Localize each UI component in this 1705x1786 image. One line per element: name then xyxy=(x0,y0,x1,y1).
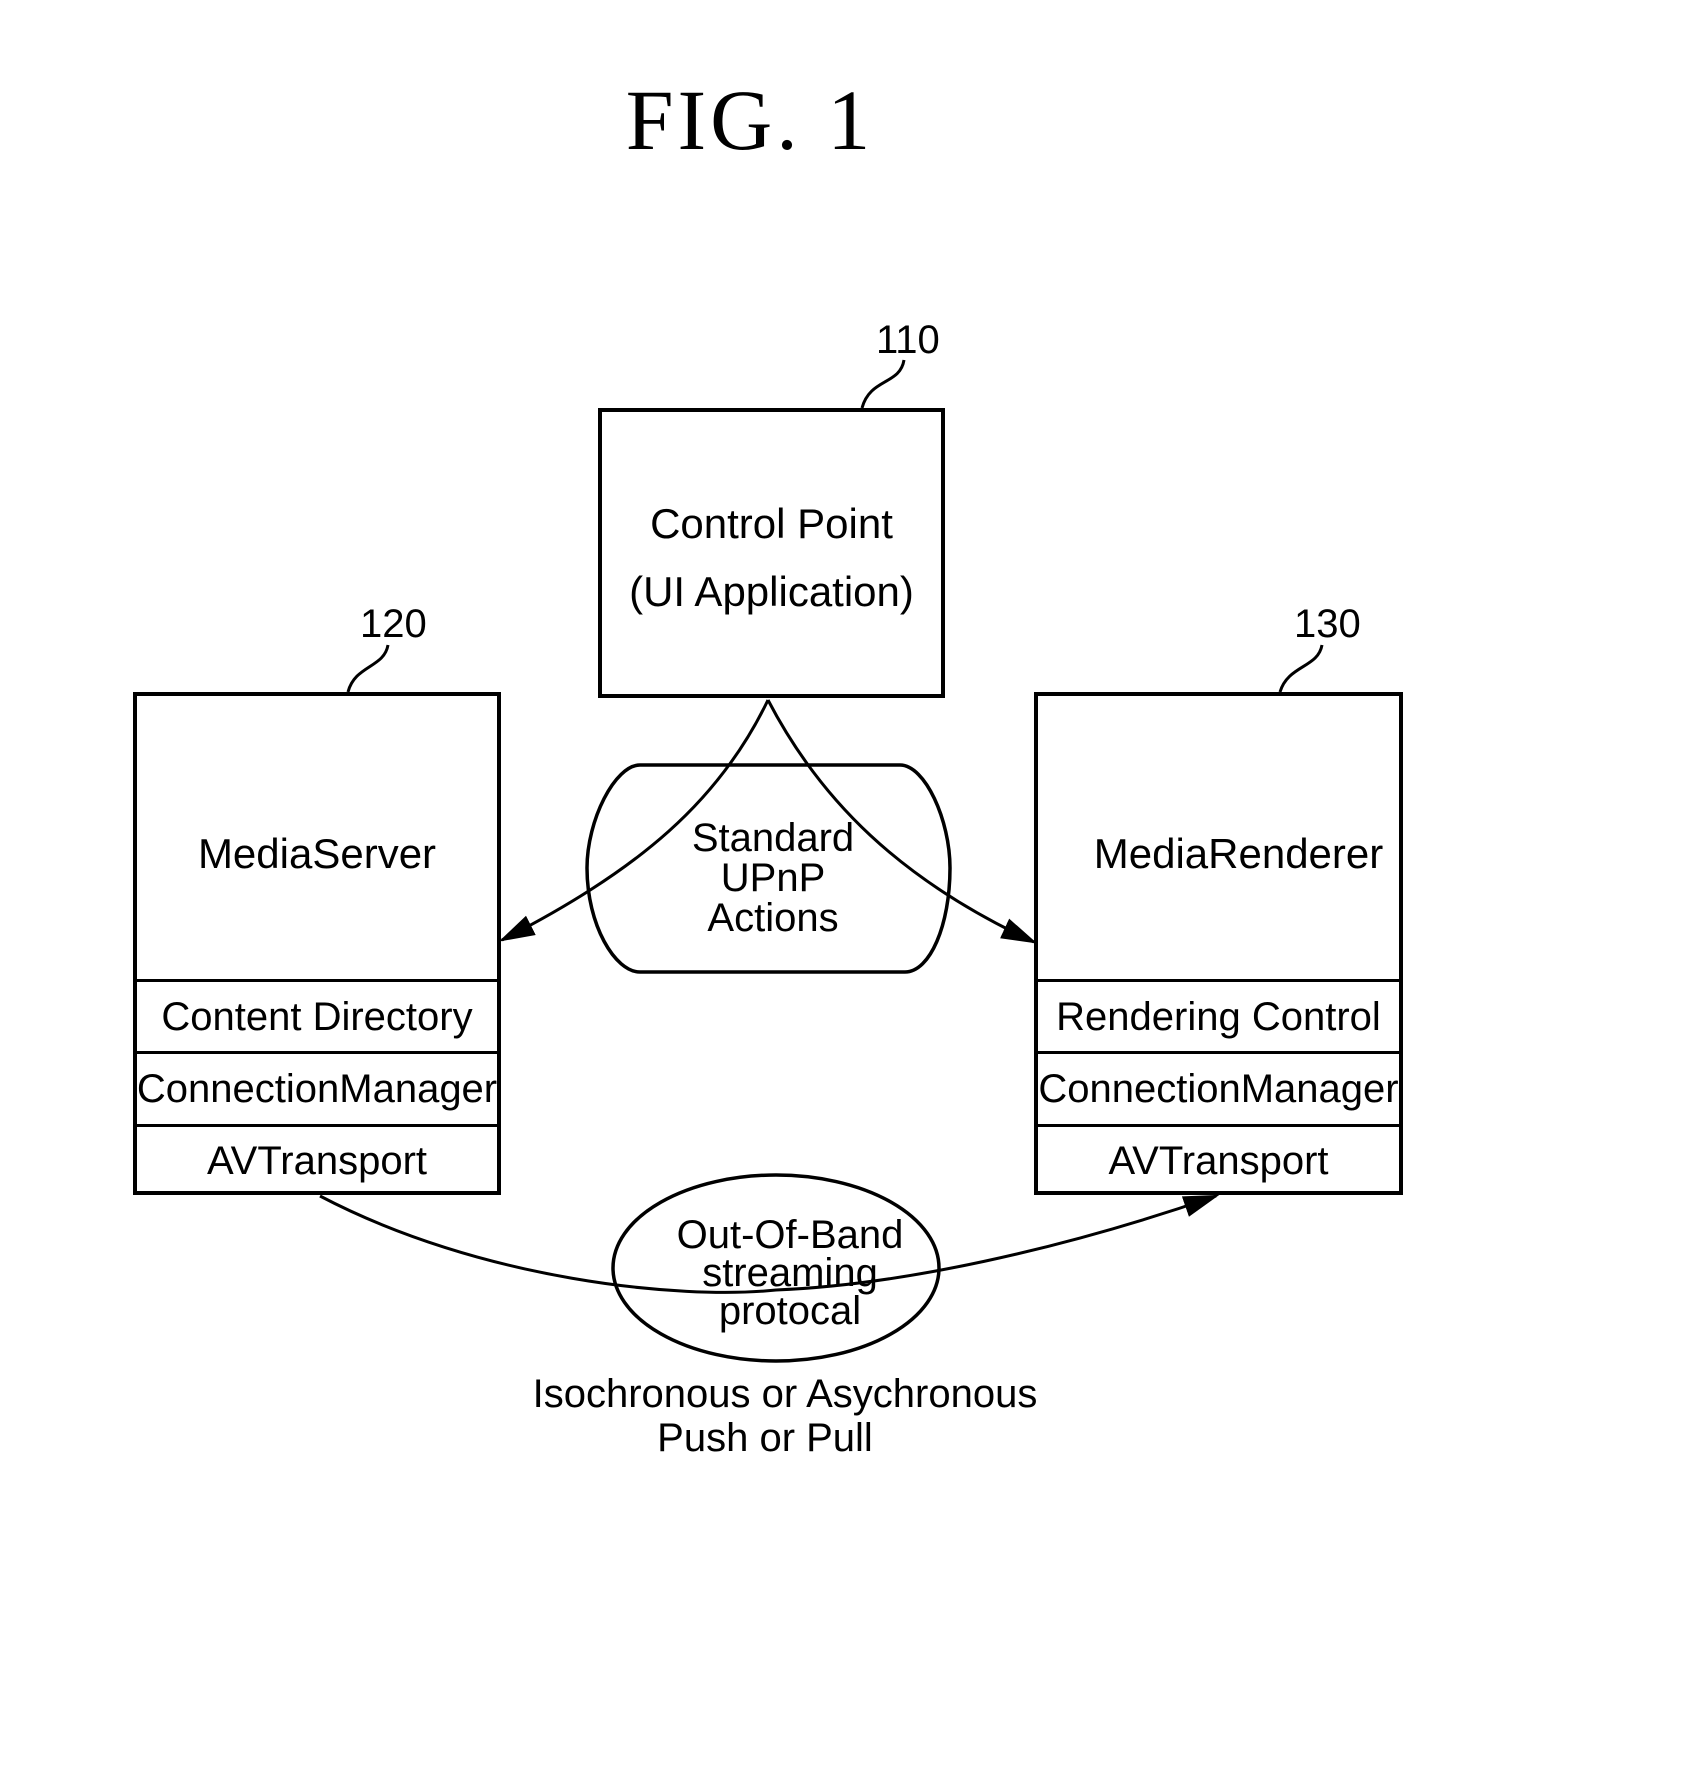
service-connection-manager: ConnectionManager xyxy=(1038,1051,1399,1124)
media-renderer-label: MediaRenderer xyxy=(1093,830,1384,877)
streaming-line-2: streaming xyxy=(702,1251,878,1295)
leader-130 xyxy=(1278,644,1324,693)
service-rendering-control: Rendering Control xyxy=(1038,979,1399,1052)
control-point-sublabel: (UI Application) xyxy=(629,568,914,615)
leader-120 xyxy=(346,644,390,693)
leader-110 xyxy=(860,359,906,409)
upnp-line-3: Actions xyxy=(707,896,839,940)
streaming-line-1: Out-Of-Band xyxy=(676,1213,904,1257)
upnp-line-1: Standard xyxy=(691,816,855,860)
service-av-transport: AVTransport xyxy=(1038,1124,1399,1195)
caption-line-2: Push or Pull xyxy=(657,1416,873,1460)
service-content-directory: Content Directory xyxy=(137,979,497,1052)
media-renderer-box: MediaRenderer Rendering Control Connecti… xyxy=(1034,692,1403,1195)
service-av-transport: AVTransport xyxy=(137,1124,497,1195)
ref-120: 120 xyxy=(360,602,427,646)
upnp-actions-text: Standard UPnP Actions xyxy=(668,818,878,938)
control-point-box: Control Point (UI Application) xyxy=(598,408,945,698)
streaming-line-3: protocal xyxy=(718,1289,862,1333)
upnp-line-2: UPnP xyxy=(720,856,826,900)
caption-line-1: Isochronous or Asychronous xyxy=(532,1372,1038,1416)
service-connection-manager: ConnectionManager xyxy=(137,1051,497,1124)
control-point-label: Control Point xyxy=(650,500,893,547)
media-server-box: MediaServer Content Directory Connection… xyxy=(133,692,501,1195)
streaming-text: Out-Of-Band streaming protocal xyxy=(660,1213,920,1333)
ref-130: 130 xyxy=(1294,602,1361,646)
ref-110: 110 xyxy=(876,318,940,362)
media-server-label: MediaServer xyxy=(197,830,437,877)
